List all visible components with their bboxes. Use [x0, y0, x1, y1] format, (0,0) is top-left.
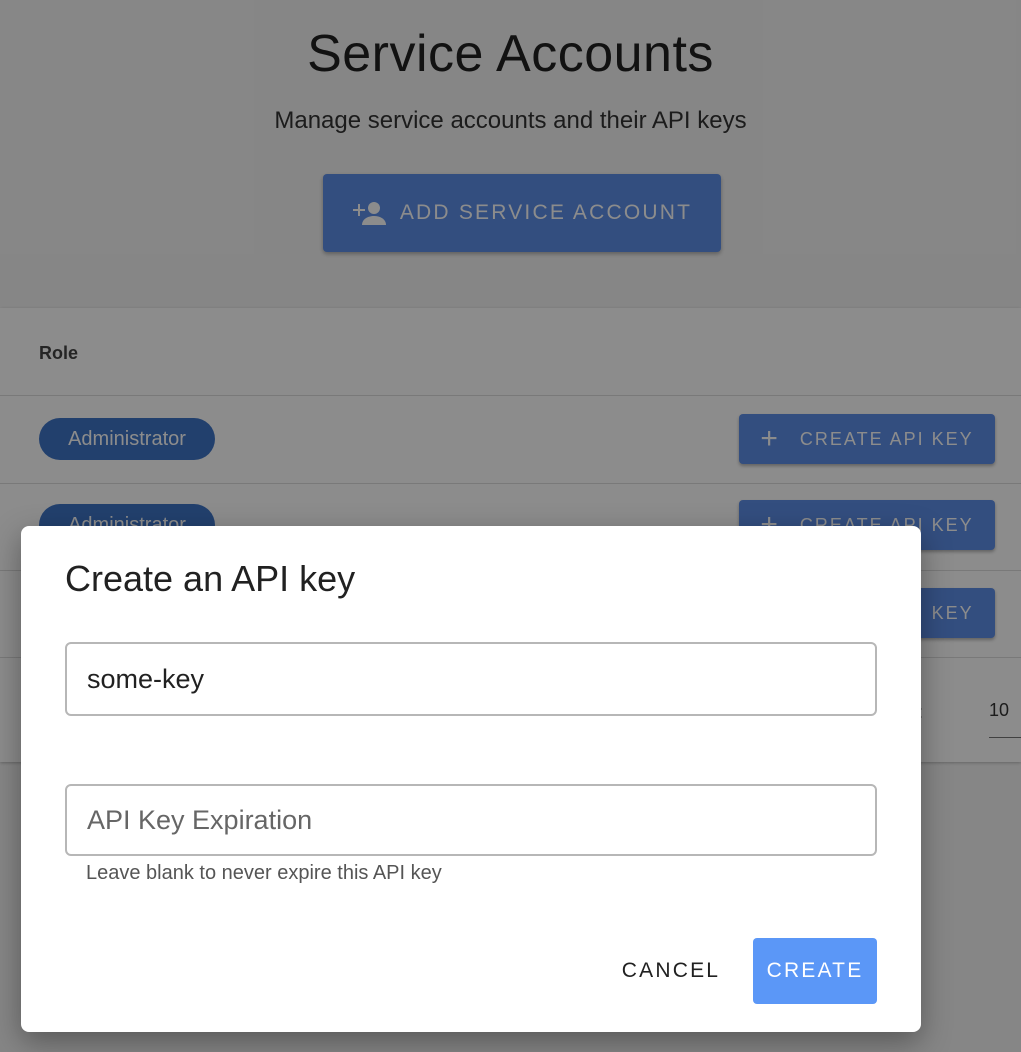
dialog-title: Create an API key: [65, 558, 356, 599]
create-button[interactable]: CREATE: [753, 938, 877, 1004]
api-key-expiration-input[interactable]: [65, 784, 877, 856]
expiration-helper-text: Leave blank to never expire this API key: [86, 862, 442, 884]
cancel-button[interactable]: CANCEL: [609, 938, 733, 1004]
api-key-name-input[interactable]: [65, 642, 877, 716]
create-api-key-dialog: Create an API key Leave blank to never e…: [21, 526, 921, 1032]
